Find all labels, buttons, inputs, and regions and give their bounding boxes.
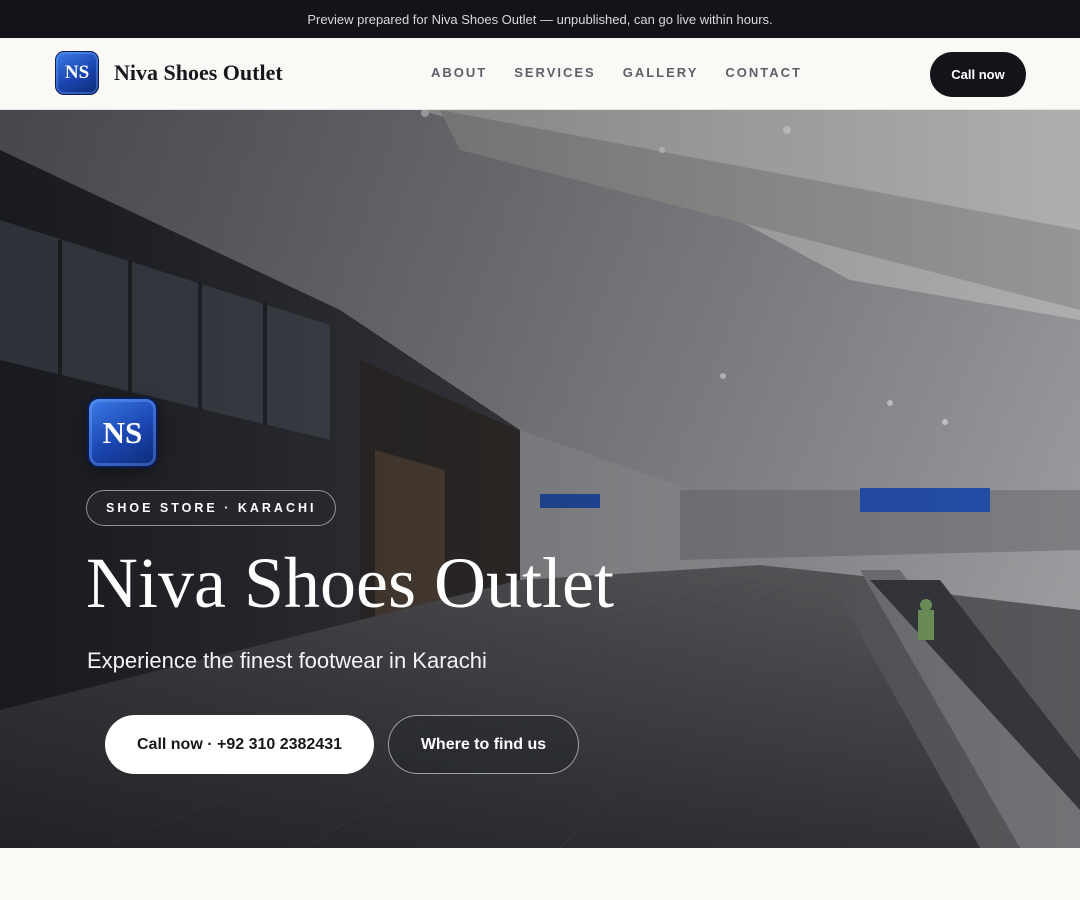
- nav-link-gallery[interactable]: GALLERY: [623, 65, 699, 80]
- preview-notice-text: Preview prepared for Niva Shoes Outlet —…: [307, 11, 773, 27]
- hero-location-button[interactable]: Where to find us: [388, 715, 579, 774]
- call-now-button[interactable]: Call now: [930, 52, 1026, 97]
- brand-link[interactable]: NS Niva Shoes Outlet: [55, 51, 283, 95]
- nav-link-services[interactable]: SERVICES: [514, 65, 596, 80]
- hero-logo-icon: NS: [87, 397, 158, 468]
- hero-title: Niva Shoes Outlet: [86, 543, 614, 623]
- hero-subtitle: Experience the finest footwear in Karach…: [87, 648, 487, 673]
- nav-link-contact[interactable]: CONTACT: [725, 65, 802, 80]
- nav-link-about[interactable]: ABOUT: [431, 65, 487, 80]
- brand-logo-initials: NS: [64, 62, 90, 83]
- hero-section: NS SHOE STORE · KARACHI Niva Shoes Outle…: [0, 110, 1080, 848]
- hero-call-button[interactable]: Call now · +92 310 2382431: [105, 715, 374, 774]
- site-header: NS Niva Shoes Outlet ABOUT SERVICES GALL…: [0, 38, 1080, 110]
- preview-notice-bar: Preview prepared for Niva Shoes Outlet —…: [0, 0, 1080, 38]
- hero-eyebrow-badge: SHOE STORE · KARACHI: [86, 490, 337, 526]
- brand-logo-icon: NS: [55, 51, 99, 95]
- hero-logo-initials: NS: [102, 414, 143, 450]
- next-section: [0, 848, 1080, 900]
- main-nav: ABOUT SERVICES GALLERY CONTACT: [431, 65, 802, 80]
- hero-eyebrow-text: SHOE STORE · KARACHI: [106, 501, 317, 515]
- brand-name: Niva Shoes Outlet: [114, 60, 283, 85]
